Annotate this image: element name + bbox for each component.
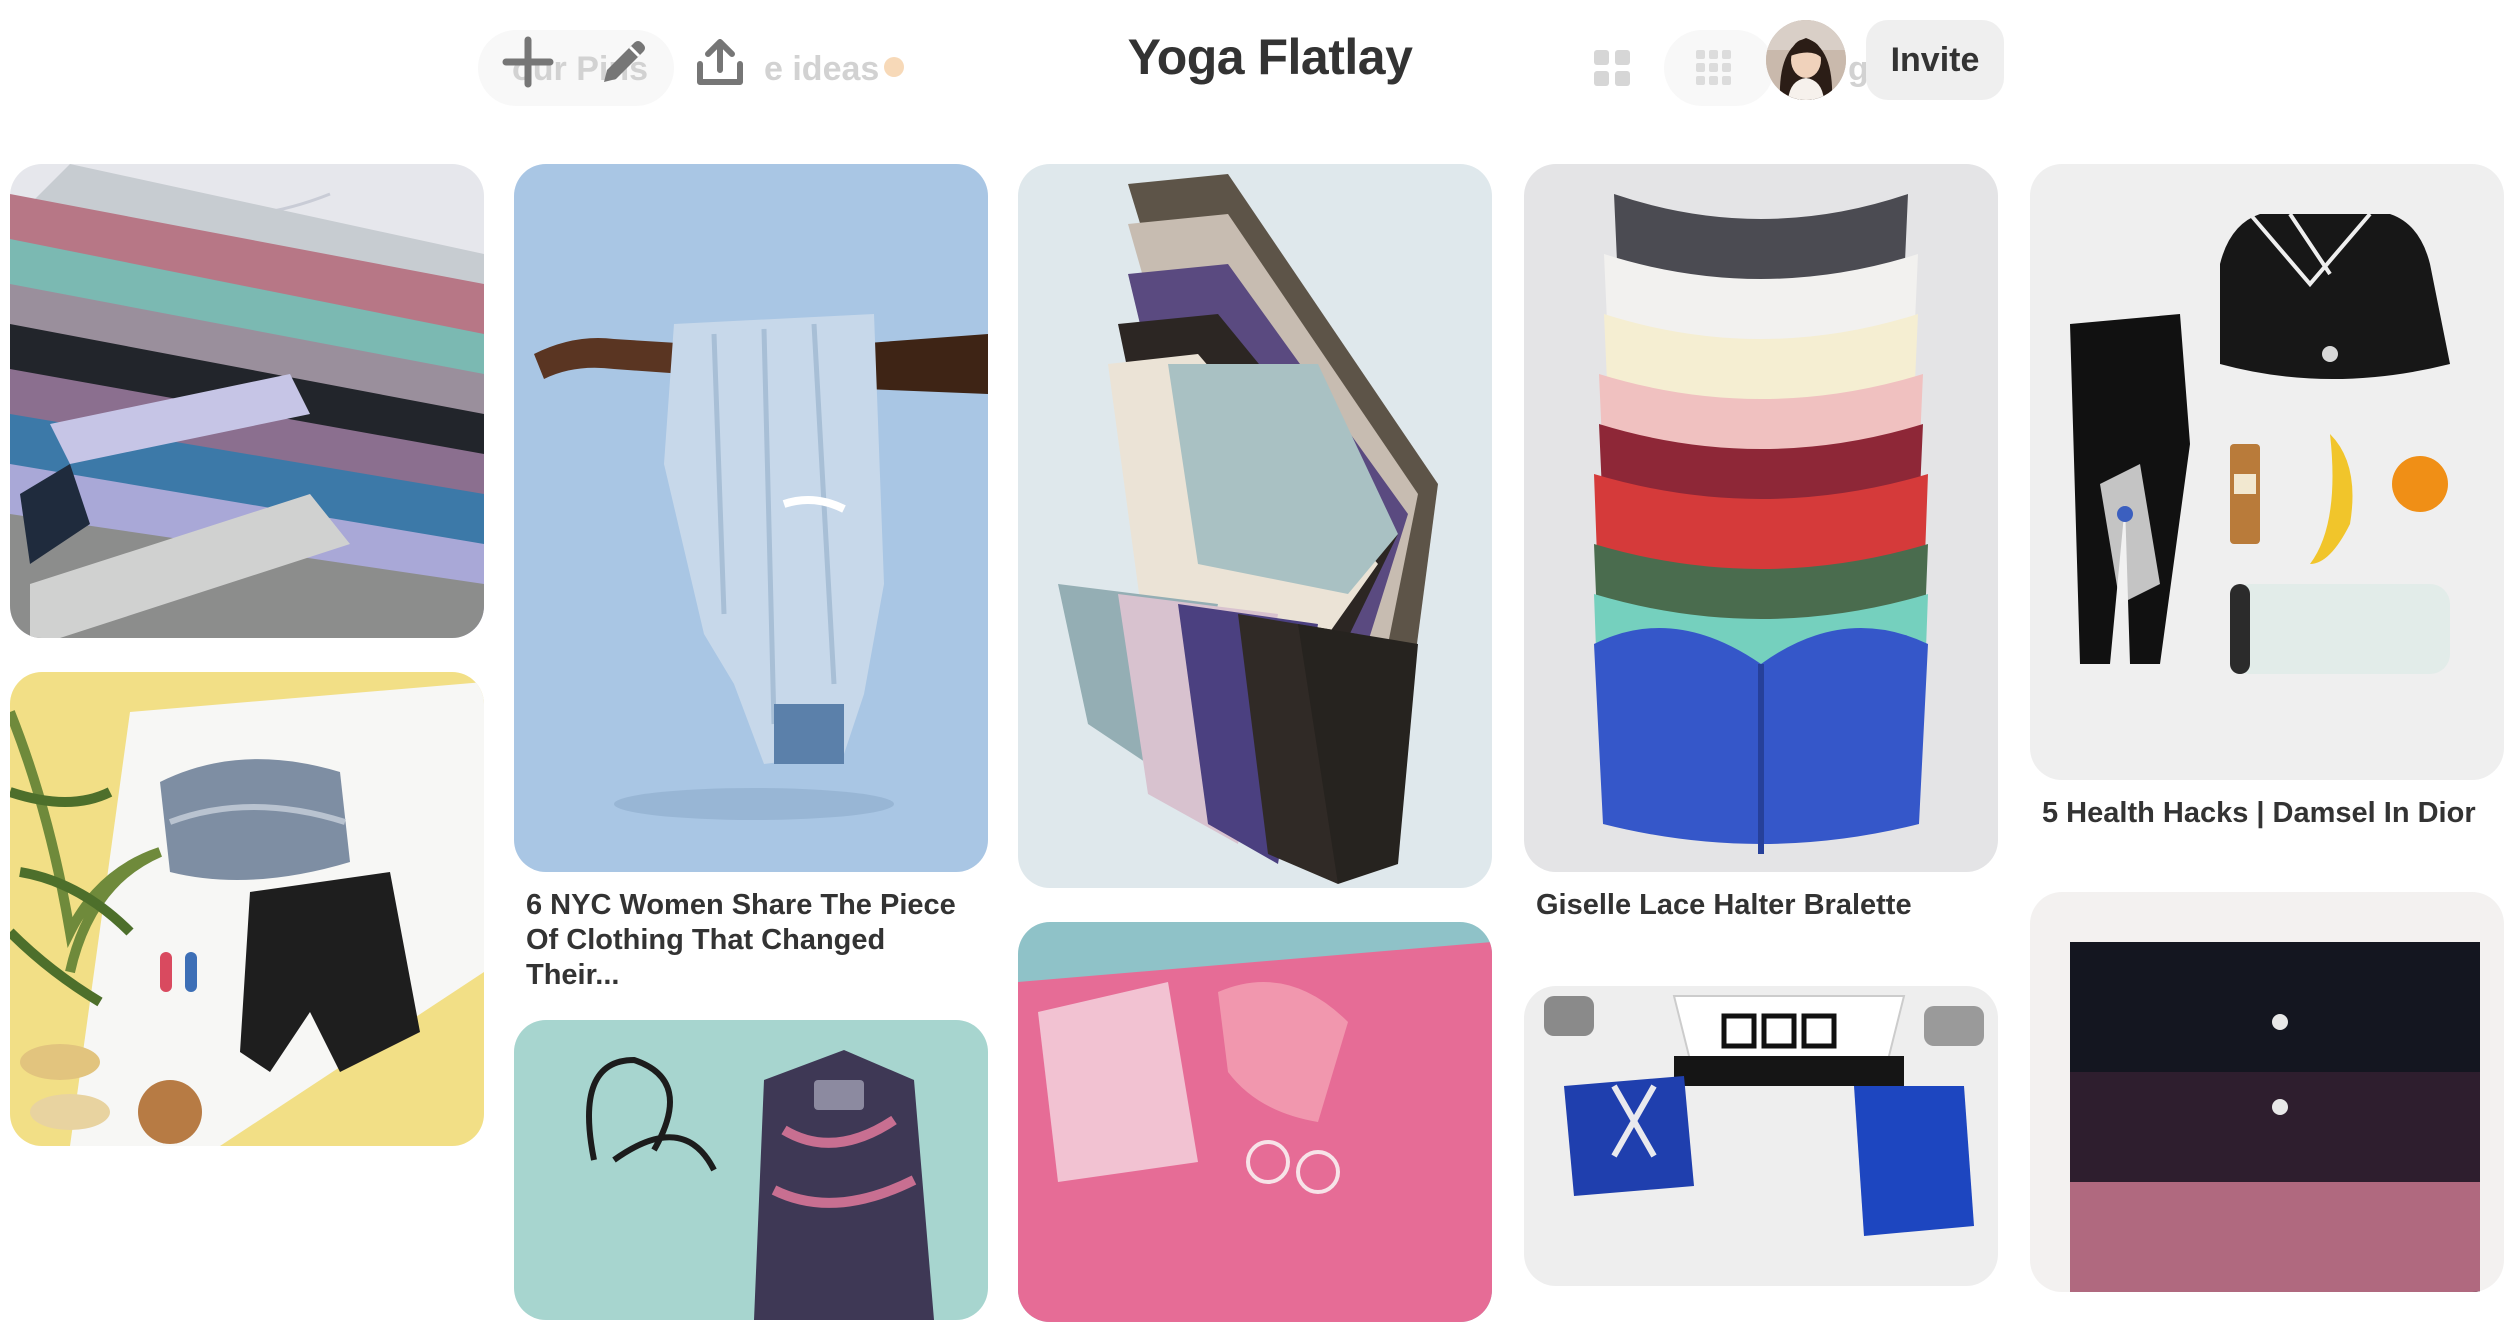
grid-compact-icon[interactable] bbox=[1686, 40, 1742, 96]
pin-image-jump-rope-tank[interactable] bbox=[514, 1020, 988, 1320]
pin-image-pink-yoga-mat[interactable] bbox=[1018, 922, 1492, 1322]
board-header: our Pins e ideas Yoga Flatlay g Invite bbox=[0, 0, 2516, 150]
ghost-tab-more-ideas[interactable]: e ideas bbox=[764, 50, 879, 89]
share-button[interactable] bbox=[686, 28, 754, 96]
pin-image-lululemon-leggings[interactable] bbox=[2030, 892, 2504, 1292]
pin-title: Giselle Lace Halter Bralette bbox=[1536, 889, 1912, 921]
pin-image-sports-bras-weights[interactable] bbox=[1524, 986, 1998, 1286]
pin-image-workout-flatlay[interactable] bbox=[2030, 164, 2504, 780]
pin-title: 5 Health Hacks | Damsel In Dior bbox=[2042, 797, 2476, 829]
pin-image-summer-outfit-flatlay[interactable] bbox=[10, 672, 484, 1146]
notification-dot bbox=[884, 57, 904, 77]
avatar[interactable] bbox=[1766, 20, 1846, 100]
pin-image-gymshark-leggings[interactable] bbox=[10, 164, 484, 638]
invite-button[interactable]: Invite bbox=[1866, 20, 2004, 100]
pin-image-corduroy-pants[interactable] bbox=[1018, 164, 1492, 888]
page-title: Yoga Flatlay bbox=[1127, 29, 1413, 85]
add-button[interactable] bbox=[494, 28, 562, 96]
share-upload-icon bbox=[697, 39, 743, 85]
pencil-icon bbox=[604, 41, 645, 82]
plus-icon bbox=[502, 36, 554, 88]
pin-title: 6 NYC Women Share The Piece Of Clothing … bbox=[526, 889, 956, 991]
pin-image-lace-bralettes[interactable] bbox=[1524, 164, 1998, 872]
pin-image-denim-jeans[interactable] bbox=[514, 164, 988, 872]
grid-default-icon[interactable] bbox=[1584, 40, 1640, 96]
edit-board-button[interactable] bbox=[590, 28, 658, 96]
